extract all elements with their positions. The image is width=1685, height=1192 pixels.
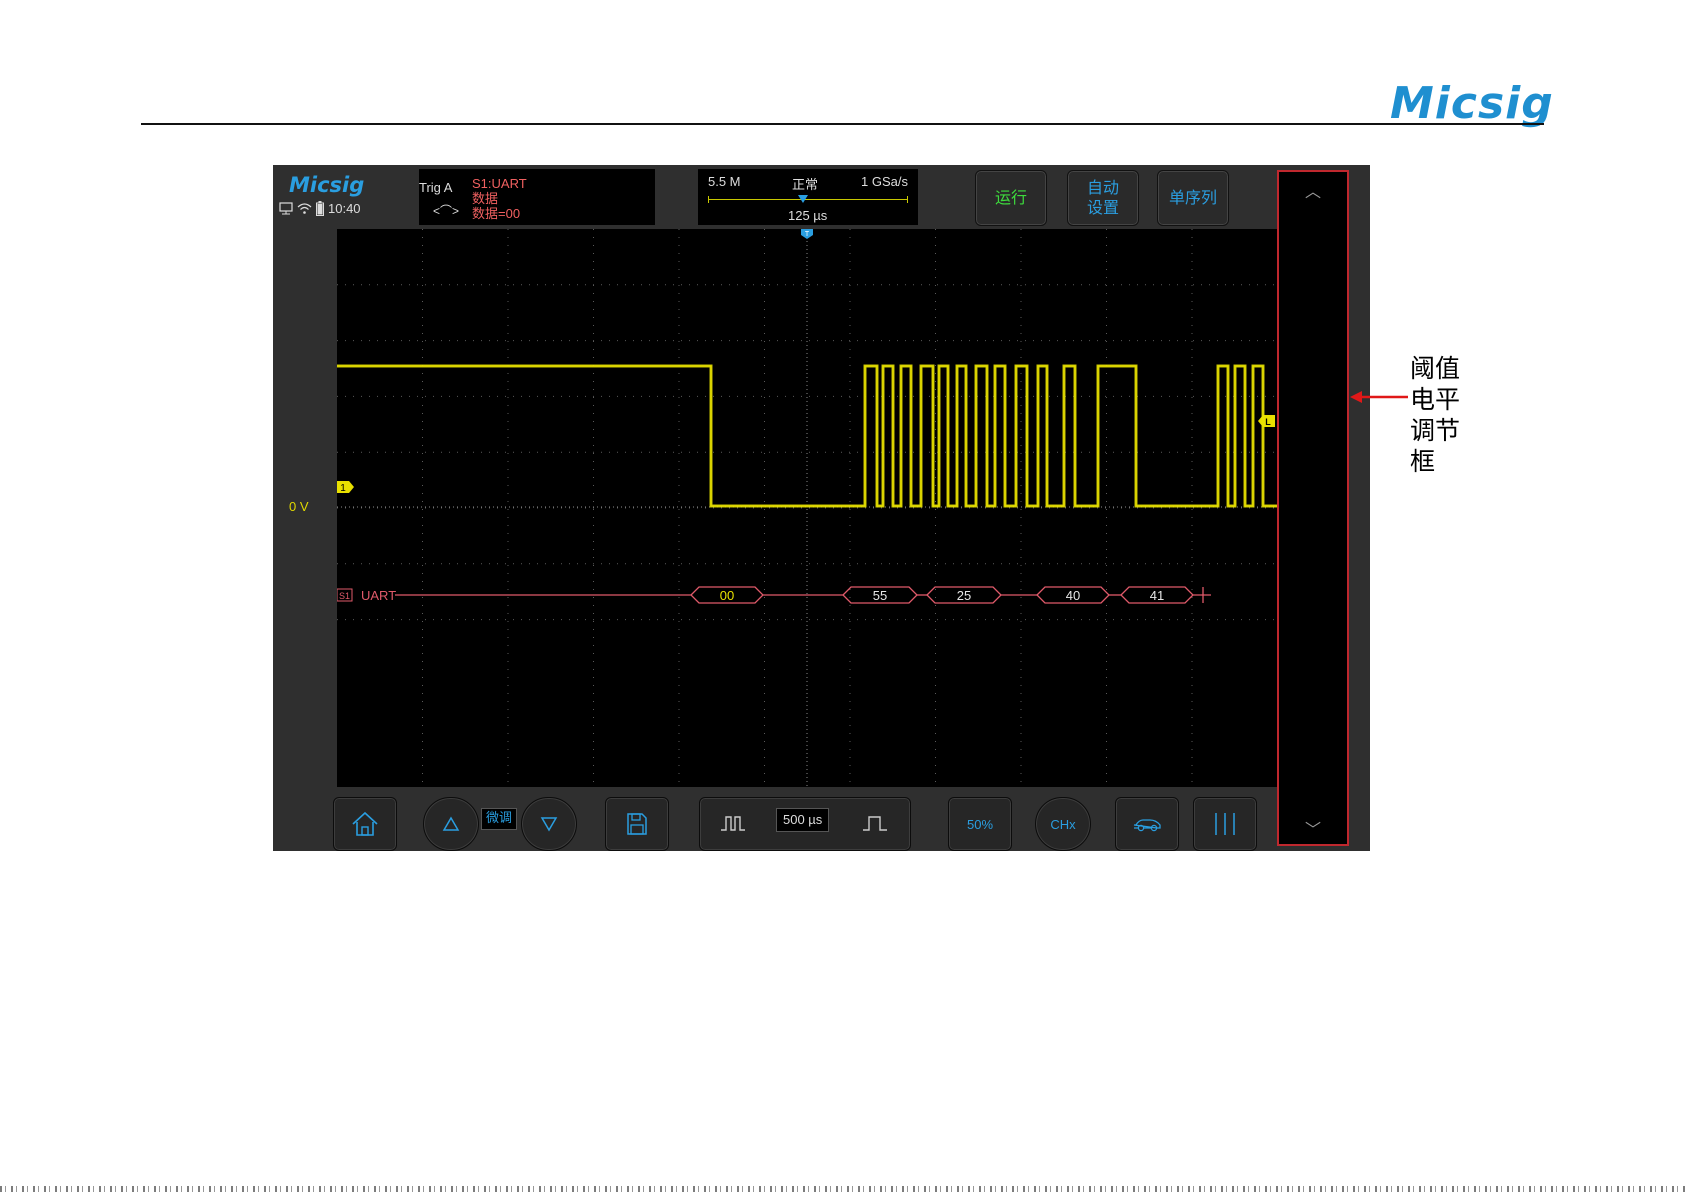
run-stop-button[interactable]: 运行 [975,170,1047,226]
document-logo: Micsig [1390,78,1554,129]
scope-logo: Micsig [289,173,365,197]
status-bar: 10:40 [279,201,361,216]
home-icon [352,811,378,836]
wifi-icon [297,203,312,214]
trigger-label: Trig A [419,180,453,195]
waveform-plot[interactable]: T 1 L S1 UART 00 55 25 40 41 [337,229,1277,787]
wide-pulse-icon [863,816,887,831]
chevron-up-icon[interactable]: ︿ [1279,178,1347,202]
channel-select-button[interactable]: CHx [1035,797,1091,851]
fifty-percent-button[interactable]: 50% [948,797,1012,851]
trigger-info-panel[interactable]: Trig A <⌒> S1:UART 数据 数据=00 [419,169,655,225]
footer-scan-artifact [0,1186,1685,1192]
auto-setup-label-1: 自动 [1086,178,1119,197]
decode-packet-value: 41 [1150,588,1164,603]
battery-icon [316,201,324,216]
single-sequence-button[interactable]: 单序列 [1157,170,1229,226]
annotation-text: 阈值电平调节框 [1410,354,1461,476]
decode-packet-value: 00 [720,588,734,603]
decode-packet-value: 55 [873,588,887,603]
channel1-marker-text: 1 [340,483,346,494]
car-icon [1133,819,1161,832]
fine-up-button[interactable] [423,797,479,851]
acquisition-mode: 正常 [792,177,819,192]
bottom-toolbar: 微调 500 µs 50% CHx [273,787,1277,851]
trigger-source: S1:UART [472,176,527,191]
auto-setup-button[interactable]: 自动 设置 [1067,170,1139,226]
timebase-scale: 500 µs [776,808,830,832]
triangle-down-icon [540,817,558,832]
sample-rate: 1 GSa/s [861,174,908,189]
annotation-arrow [1350,391,1408,403]
decode-packet-value: 40 [1066,588,1080,603]
memory-position-bar [708,196,908,203]
triangle-up-icon [442,816,460,831]
svg-text:T: T [805,231,810,238]
display-icon [279,202,293,215]
waveform-canvas: T 1 L S1 UART 00 55 25 40 41 [337,229,1277,787]
decode-packet-value: 25 [957,588,971,603]
memory-depth: 5.5 M [708,174,741,189]
document-rule [141,123,1544,125]
oscilloscope-screen: Micsig 10:40 Trig A <⌒> S1:UART 数据 数据=00… [273,165,1370,851]
threshold-adjust-panel[interactable]: ︿ ﹀ [1277,170,1349,846]
cursor-button[interactable] [1193,797,1257,851]
timebase-slower-button[interactable] [841,797,909,849]
timebase-faster-button[interactable] [699,797,767,849]
trigger-level-marker[interactable]: L [1258,415,1275,427]
channel1-marker: 1 [337,481,354,494]
trigger-type: 数据 [472,191,499,206]
uart-decode-bus: 00 55 25 40 41 [395,586,1211,604]
fine-adjust-label[interactable]: 微调 [481,808,518,830]
graticule [337,229,1277,787]
channel-zero-label: 0 V [289,499,309,514]
horizontal-offset: 125 µs [788,208,828,223]
trigger-level-marker-text: L [1265,417,1271,427]
home-button[interactable] [333,797,397,851]
bus-marker-text: S1 [339,591,350,601]
chevron-down-icon[interactable]: ﹀ [1279,816,1347,840]
timebase-info-panel[interactable]: 5.5 M 正常 1 GSa/s 125 µs [698,169,918,225]
save-button[interactable] [605,797,669,851]
narrow-pulse-icon [721,816,745,831]
clock: 10:40 [328,201,361,216]
bus-marker: S1 [337,588,353,602]
trigger-position-marker: T [801,229,813,239]
trigger-edge-icon: <⌒> [433,204,460,218]
bus-label: UART [361,588,396,603]
auto-mode-button[interactable] [1115,797,1179,851]
cursor-lines-icon [1215,813,1235,835]
fine-down-button[interactable] [521,797,577,851]
save-icon [627,813,647,835]
trigger-condition: 数据=00 [472,206,521,221]
auto-setup-label-2: 设置 [1086,198,1119,217]
